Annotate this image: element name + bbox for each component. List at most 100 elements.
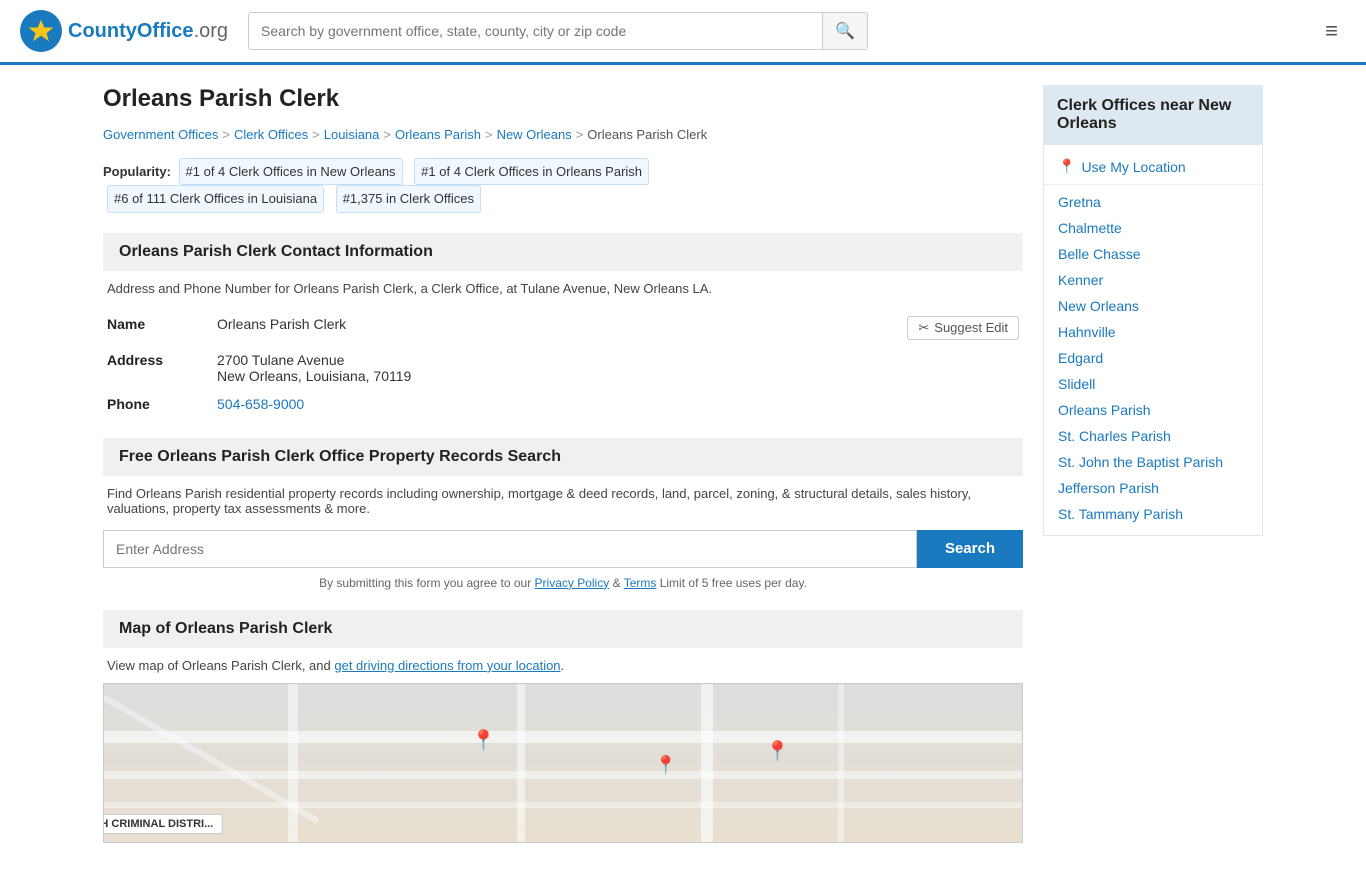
sidebar-link-10[interactable]: St. John the Baptist Parish xyxy=(1058,454,1223,470)
logo[interactable]: CountyOffice.org xyxy=(20,10,228,52)
sidebar-link-1[interactable]: Chalmette xyxy=(1058,220,1122,236)
form-disclaimer: By submitting this form you agree to our… xyxy=(103,576,1023,590)
sidebar-link-2[interactable]: Belle Chasse xyxy=(1058,246,1141,262)
sidebar-item-3[interactable]: Kenner xyxy=(1044,267,1262,293)
property-search-section: Free Orleans Parish Clerk Office Propert… xyxy=(103,438,1023,590)
property-section-header: Free Orleans Parish Clerk Office Propert… xyxy=(103,438,1023,476)
address-input[interactable] xyxy=(103,530,917,568)
contact-section-header: Orleans Parish Clerk Contact Information xyxy=(103,233,1023,271)
map-section-header: Map of Orleans Parish Clerk xyxy=(103,610,1023,648)
phone-link[interactable]: 504-658-9000 xyxy=(217,396,304,412)
header-search-button[interactable]: 🔍 xyxy=(822,13,867,49)
suggest-edit-label: Suggest Edit xyxy=(934,320,1008,335)
table-row-name: Name Orleans Parish Clerk ✂ Suggest Edit xyxy=(103,310,1023,346)
logo-icon xyxy=(20,10,62,52)
header-search-input[interactable] xyxy=(249,13,822,49)
sidebar-item-4[interactable]: New Orleans xyxy=(1044,293,1262,319)
sidebar-item-12[interactable]: St. Tammany Parish xyxy=(1044,501,1262,527)
contact-info-table: Name Orleans Parish Clerk ✂ Suggest Edit… xyxy=(103,310,1023,418)
sidebar-item-9[interactable]: St. Charles Parish xyxy=(1044,423,1262,449)
map-container[interactable]: ORLEANS PARISH CRIMINAL DISTRI... 📍 📍 📍 xyxy=(103,683,1023,843)
sidebar-link-5[interactable]: Hahnville xyxy=(1058,324,1116,340)
header-search-container: 🔍 xyxy=(248,12,868,50)
sidebar-use-my-location[interactable]: 📍 Use My Location xyxy=(1044,153,1262,180)
contact-section: Orleans Parish Clerk Contact Information… xyxy=(103,233,1023,418)
use-my-location-link[interactable]: Use My Location xyxy=(1081,159,1185,175)
contact-description: Address and Phone Number for Orleans Par… xyxy=(103,281,1023,296)
popularity-badge-1: #1 of 4 Clerk Offices in New Orleans xyxy=(179,158,403,185)
breadcrumb-clerk-offices[interactable]: Clerk Offices xyxy=(234,127,308,142)
sidebar-content: 📍 Use My Location Gretna Chalmette Belle C… xyxy=(1043,145,1263,536)
breadcrumb-sep-4: > xyxy=(485,127,493,142)
address-line1: 2700 Tulane Avenue xyxy=(217,352,1019,368)
hamburger-menu-button[interactable]: ≡ xyxy=(1317,14,1346,48)
address-search-form: Search xyxy=(103,530,1023,568)
address-value-cell: 2700 Tulane Avenue New Orleans, Louisian… xyxy=(213,346,1023,390)
map-section: Map of Orleans Parish Clerk View map of … xyxy=(103,610,1023,843)
sidebar-divider xyxy=(1044,184,1262,185)
phone-value-cell: 504-658-9000 xyxy=(213,390,1023,418)
name-label: Name xyxy=(103,310,213,346)
main-container: Orleans Parish Clerk Government Offices … xyxy=(83,65,1283,873)
sidebar-link-7[interactable]: Slidell xyxy=(1058,376,1095,392)
driving-directions-link[interactable]: get driving directions from your locatio… xyxy=(334,658,560,673)
breadcrumb-sep-5: > xyxy=(576,127,584,142)
location-pin-icon: 📍 xyxy=(1058,158,1075,175)
sidebar-link-12[interactable]: St. Tammany Parish xyxy=(1058,506,1183,522)
map-description: View map of Orleans Parish Clerk, and ge… xyxy=(103,658,1023,673)
terms-link[interactable]: Terms xyxy=(624,576,657,590)
sidebar-item-0[interactable]: Gretna xyxy=(1044,189,1262,215)
sidebar-item-7[interactable]: Slidell xyxy=(1044,371,1262,397)
sidebar-item-8[interactable]: Orleans Parish xyxy=(1044,397,1262,423)
sidebar-item-2[interactable]: Belle Chasse xyxy=(1044,241,1262,267)
sidebar-link-8[interactable]: Orleans Parish xyxy=(1058,402,1151,418)
address-label: Address xyxy=(103,346,213,390)
edit-icon: ✂ xyxy=(918,320,929,336)
breadcrumb-orleans-parish[interactable]: Orleans Parish xyxy=(395,127,481,142)
breadcrumb-sep-3: > xyxy=(383,127,391,142)
popularity-badge-2: #1 of 4 Clerk Offices in Orleans Parish xyxy=(414,158,649,185)
logo-text: CountyOffice.org xyxy=(68,20,228,43)
breadcrumb-louisiana[interactable]: Louisiana xyxy=(324,127,380,142)
sidebar-link-0[interactable]: Gretna xyxy=(1058,194,1101,210)
sidebar-link-11[interactable]: Jefferson Parish xyxy=(1058,480,1159,496)
popularity-badge-3: #6 of 111 Clerk Offices in Louisiana xyxy=(107,185,324,212)
map-desc-text: View map of Orleans Parish Clerk, and xyxy=(107,658,331,673)
sidebar: Clerk Offices near New Orleans 📍 Use My … xyxy=(1043,85,1263,853)
name-value-cell: Orleans Parish Clerk ✂ Suggest Edit xyxy=(213,310,1023,346)
table-row-address: Address 2700 Tulane Avenue New Orleans, … xyxy=(103,346,1023,390)
address-line2: New Orleans, Louisiana, 70119 xyxy=(217,368,1019,384)
property-search-button[interactable]: Search xyxy=(917,530,1023,568)
sidebar-link-6[interactable]: Edgard xyxy=(1058,350,1103,366)
sidebar-link-9[interactable]: St. Charles Parish xyxy=(1058,428,1171,444)
and-text: & xyxy=(613,576,621,590)
sidebar-item-5[interactable]: Hahnville xyxy=(1044,319,1262,345)
disclaimer-text: By submitting this form you agree to our xyxy=(319,576,531,590)
privacy-policy-link[interactable]: Privacy Policy xyxy=(535,576,610,590)
content-area: Orleans Parish Clerk Government Offices … xyxy=(103,85,1023,853)
sidebar-link-4[interactable]: New Orleans xyxy=(1058,298,1139,314)
page-title: Orleans Parish Clerk xyxy=(103,85,1023,113)
sidebar-item-1[interactable]: Chalmette xyxy=(1044,215,1262,241)
popularity-label: Popularity: xyxy=(103,164,171,179)
map-label: ORLEANS PARISH CRIMINAL DISTRI... xyxy=(103,814,222,834)
breadcrumb: Government Offices > Clerk Offices > Lou… xyxy=(103,127,1023,142)
breadcrumb-sep-2: > xyxy=(312,127,320,142)
sidebar-item-6[interactable]: Edgard xyxy=(1044,345,1262,371)
sidebar-link-3[interactable]: Kenner xyxy=(1058,272,1103,288)
sidebar-item-11[interactable]: Jefferson Parish xyxy=(1044,475,1262,501)
phone-label: Phone xyxy=(103,390,213,418)
name-value: Orleans Parish Clerk xyxy=(217,316,346,332)
sidebar-item-10[interactable]: St. John the Baptist Parish xyxy=(1044,449,1262,475)
breadcrumb-new-orleans[interactable]: New Orleans xyxy=(497,127,572,142)
breadcrumb-government-offices[interactable]: Government Offices xyxy=(103,127,218,142)
limit-text: Limit of 5 free uses per day. xyxy=(660,576,807,590)
suggest-edit-button[interactable]: ✂ Suggest Edit xyxy=(907,316,1019,340)
sidebar-title: Clerk Offices near New Orleans xyxy=(1043,85,1263,145)
breadcrumb-sep-1: > xyxy=(222,127,230,142)
popularity-badge-4: #1,375 in Clerk Offices xyxy=(336,185,481,212)
header: CountyOffice.org 🔍 ≡ xyxy=(0,0,1366,65)
breadcrumb-current: Orleans Parish Clerk xyxy=(587,127,707,142)
popularity-bar: Popularity: #1 of 4 Clerk Offices in New… xyxy=(103,158,1023,213)
table-row-phone: Phone 504-658-9000 xyxy=(103,390,1023,418)
